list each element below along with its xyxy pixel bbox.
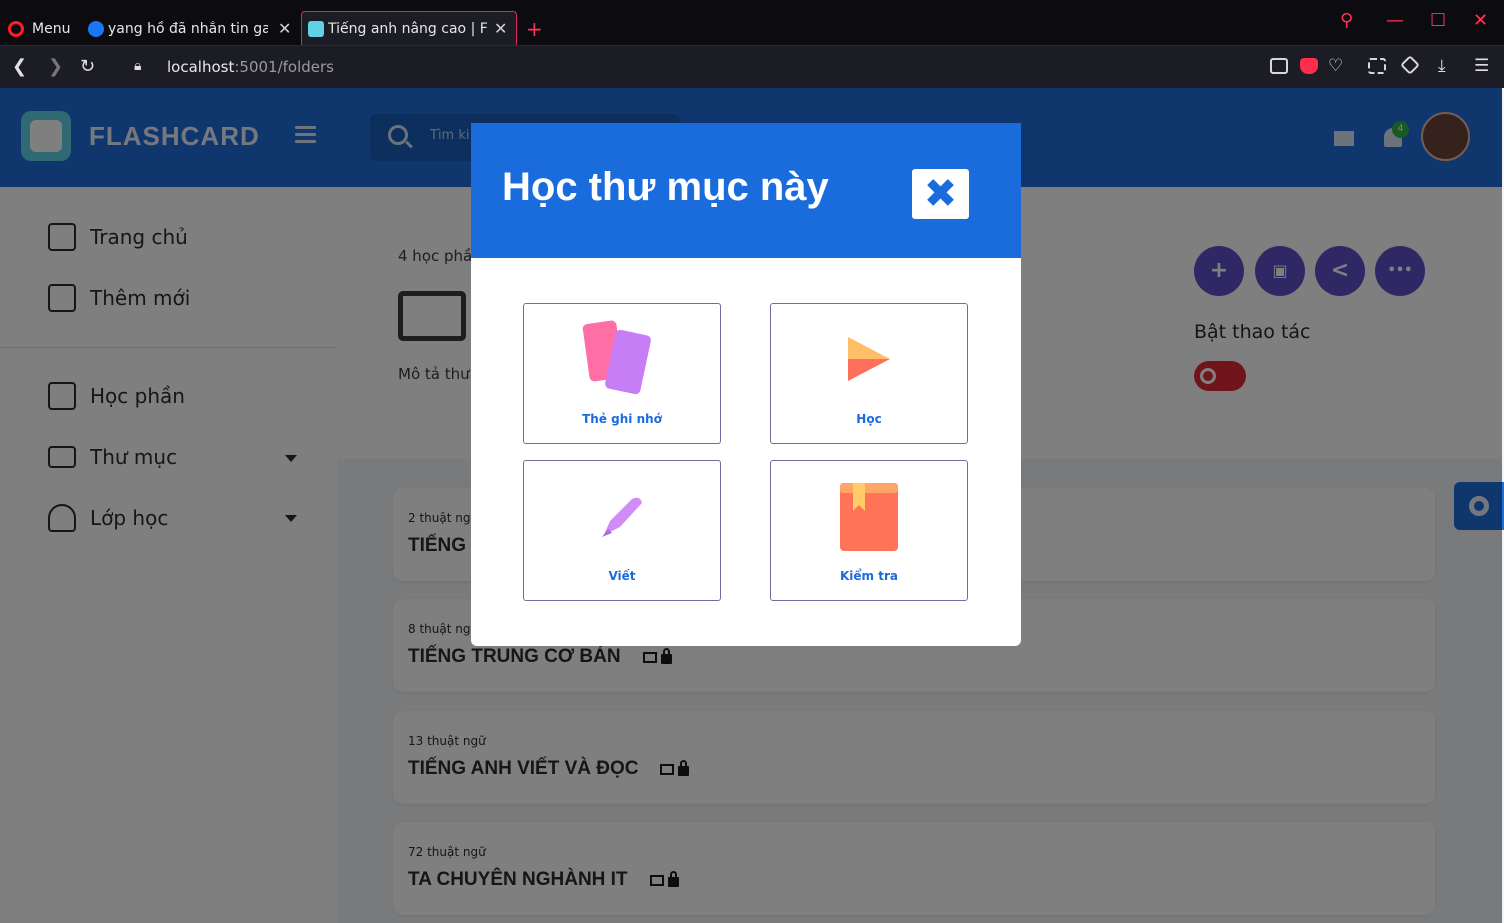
study-folder-modal: Học thư mục này ✖ Thẻ ghi nhớ Học Viết K… — [471, 123, 1021, 646]
opera-icon — [8, 20, 24, 37]
learn-option[interactable]: Học — [770, 303, 968, 444]
close-tab-icon[interactable]: ✕ — [494, 19, 507, 38]
minimize-icon[interactable]: — — [1386, 10, 1404, 31]
lock-icon: 🔒︎ — [134, 58, 142, 74]
url-field[interactable]: localhost:5001/folders — [167, 58, 334, 76]
flashcard-favicon-icon — [308, 20, 324, 37]
search-tabs-icon[interactable]: ⚲ — [1340, 10, 1353, 31]
option-label: Thẻ ghi nhớ — [582, 412, 662, 426]
modal-header: Học thư mục này ✖ — [471, 123, 1021, 258]
tab-label: yang hồ đã nhắn tin gay — [108, 20, 268, 37]
play-icon — [848, 337, 890, 381]
snapshot-icon[interactable] — [1270, 58, 1288, 74]
flashcards-option[interactable]: Thẻ ghi nhớ — [523, 303, 721, 444]
option-label: Viết — [608, 569, 636, 583]
modal-title: Học thư mục này — [502, 165, 829, 209]
browser-tab-bar: Menu yang hồ đã nhắn tin gay ✕ Tiếng anh… — [0, 0, 1504, 45]
menu-label: Menu — [32, 20, 71, 37]
option-label: Kiểm tra — [840, 569, 898, 583]
forward-icon[interactable]: ❯ — [48, 56, 63, 77]
test-option[interactable]: Kiểm tra — [770, 460, 968, 601]
pen-icon — [602, 497, 642, 537]
back-icon[interactable]: ❮ — [12, 56, 27, 77]
close-button[interactable]: ✖ — [912, 169, 969, 219]
close-window-icon[interactable]: ✕ — [1473, 10, 1488, 31]
new-tab-button[interactable]: + — [526, 12, 543, 45]
download-icon[interactable]: ⤓ — [1438, 56, 1446, 76]
reload-icon[interactable]: ↻ — [80, 56, 95, 77]
url-path: :5001/folders — [234, 58, 334, 76]
option-label: Học — [856, 412, 882, 426]
browser-tab-facebook[interactable]: yang hồ đã nhắn tin gay ✕ — [88, 12, 298, 45]
adblock-shield-icon[interactable] — [1300, 58, 1318, 74]
easy-setup-icon[interactable]: ☰ — [1474, 56, 1489, 76]
write-option[interactable]: Viết — [523, 460, 721, 601]
capture-icon[interactable] — [1368, 58, 1386, 74]
maximize-icon[interactable]: ☐ — [1430, 10, 1446, 31]
book-icon — [840, 483, 898, 551]
heart-icon[interactable]: ♡ — [1328, 56, 1343, 76]
url-host: localhost — [167, 58, 235, 76]
browser-tab-flashcard[interactable]: Tiếng anh nâng cao | Flas ✕ — [301, 11, 517, 45]
facebook-icon — [88, 20, 104, 37]
tab-label: Tiếng anh nâng cao | Flas — [328, 20, 488, 37]
browser-address-bar: ❮ ❯ ↻ 🔒︎ localhost:5001/folders ♡ ⤓ ☰ — [0, 45, 1504, 88]
close-tab-icon[interactable]: ✕ — [278, 19, 291, 38]
flashcards-icon — [582, 320, 651, 395]
extensions-cube-icon[interactable] — [1400, 55, 1420, 75]
browser-menu-button[interactable]: Menu — [8, 12, 70, 45]
